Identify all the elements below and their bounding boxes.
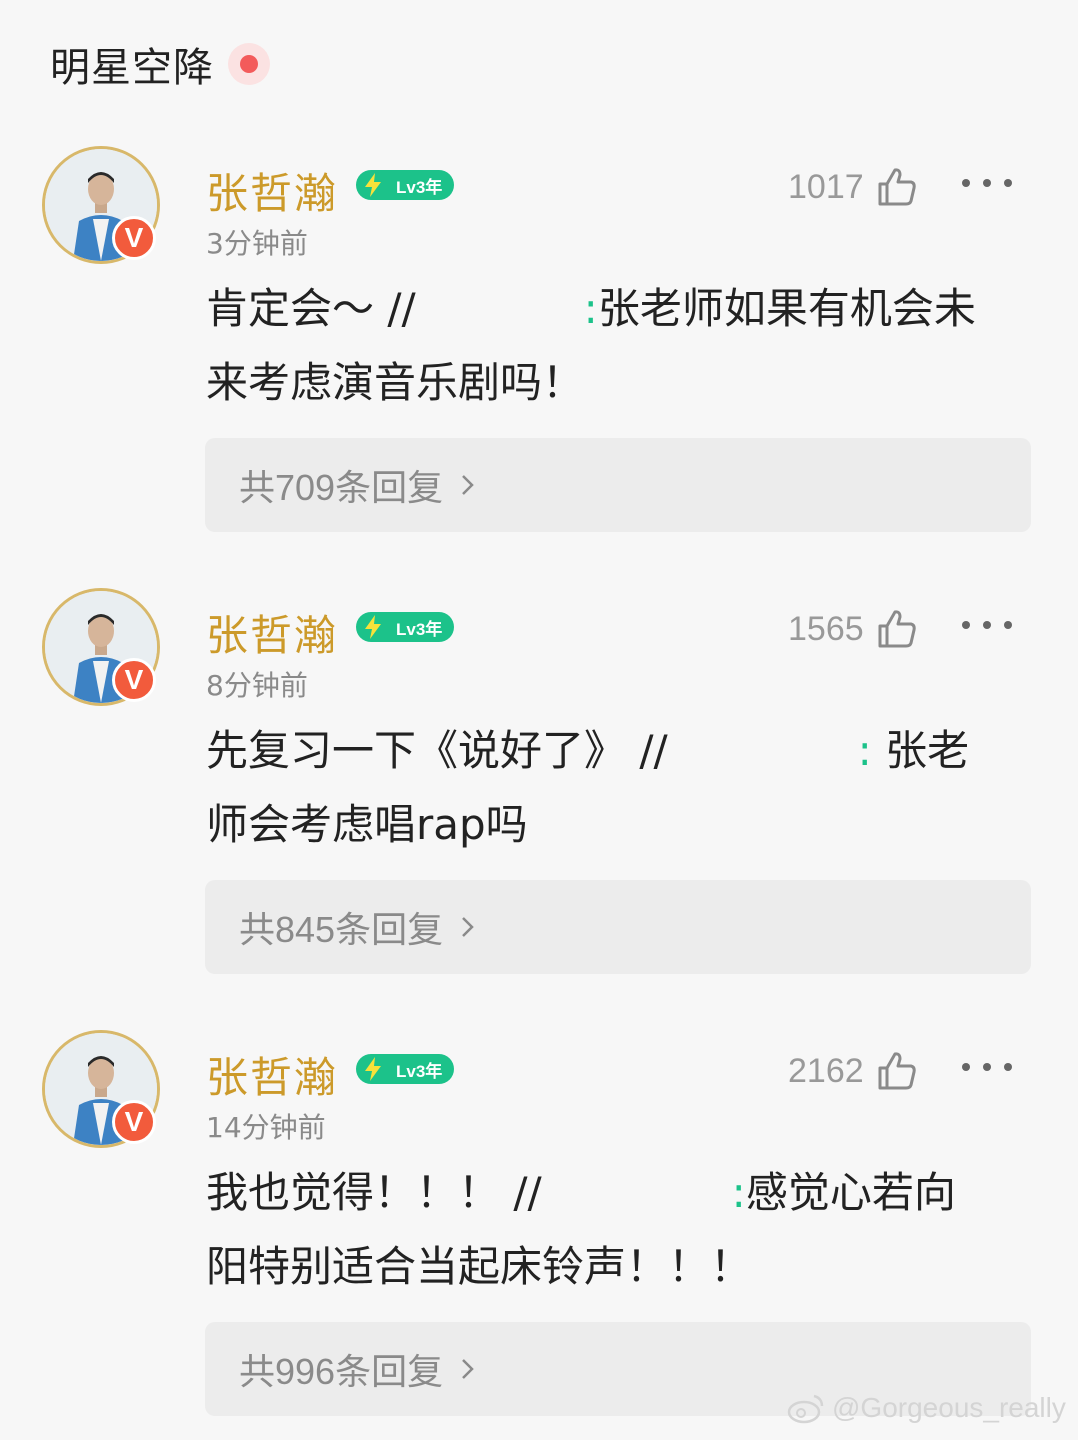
lightning-icon [356, 170, 390, 200]
level-text: Lv3年 [396, 1061, 443, 1081]
level-badge: Lv3年 [356, 612, 454, 642]
comment-text-part: 我也觉得！！！ // [206, 1168, 542, 1217]
username[interactable]: 张哲瀚 [206, 602, 338, 663]
replies-count: 共709条回复 [239, 467, 444, 508]
level-badge: Lv3年 [356, 170, 454, 200]
verified-badge: V [112, 1100, 156, 1144]
comment-time: 14分钟前 [206, 1111, 326, 1144]
chevron-right-icon [462, 475, 474, 495]
replies-count: 共845条回复 [239, 909, 444, 950]
chevron-right-icon [462, 1359, 474, 1379]
quote-colon: : [857, 726, 872, 775]
comment-item: V 张哲瀚 Lv3年 3分钟前 1017 肯定会～ //:张老师如果有机会未 来… [0, 146, 1078, 546]
comment-text: 肯定会～ //:张老师如果有机会未 来考虑演音乐剧吗！ [206, 272, 1026, 420]
live-indicator [228, 43, 270, 85]
more-icon[interactable] [962, 176, 1012, 190]
comment-quote: 张老 [885, 726, 970, 775]
like-button[interactable]: 1017 [788, 166, 918, 208]
replies-button[interactable]: 共709条回复 [205, 438, 1031, 532]
comment-text-part: 先复习一下《说好了》 // [206, 726, 668, 775]
comment-text: 先复习一下《说好了》 //: 张老 师会考虑唱rap吗 [206, 714, 1026, 862]
more-icon[interactable] [962, 618, 1012, 632]
level-text: Lv3年 [396, 177, 443, 197]
quote-colon: : [583, 284, 598, 333]
comment-quote: 感觉心若向 [745, 1168, 956, 1217]
comment-text-line: 阳特别适合当起床铃声！！！ [206, 1242, 753, 1291]
comment-text: 我也觉得！！！ //:感觉心若向 阳特别适合当起床铃声！！！ [206, 1156, 1026, 1304]
comment-item: V 张哲瀚 Lv3年 14分钟前 2162 我也觉得！！！ //:感觉心若向 阳… [0, 1030, 1078, 1430]
watermark-text: @Gorgeous_really [832, 1392, 1066, 1423]
more-icon[interactable] [962, 1060, 1012, 1074]
comment-item: V 张哲瀚 Lv3年 8分钟前 1565 先复习一下《说好了》 //: 张老 师… [0, 588, 1078, 988]
replies-button[interactable]: 共845条回复 [205, 880, 1031, 974]
lightning-icon [356, 1054, 390, 1084]
username[interactable]: 张哲瀚 [206, 160, 338, 221]
thumbs-up-icon [878, 168, 916, 206]
section-header: 明星空降 [50, 34, 270, 94]
quote-colon: : [731, 1168, 746, 1217]
thumbs-up-icon [878, 1052, 916, 1090]
like-count: 2162 [788, 1051, 864, 1090]
comment-time: 8分钟前 [206, 669, 308, 702]
verified-badge: V [112, 216, 156, 260]
verified-badge: V [112, 658, 156, 702]
comment-text-line: 来考虑演音乐剧吗！ [206, 358, 585, 407]
replies-count: 共996条回复 [239, 1351, 444, 1392]
section-title: 明星空降 [50, 45, 214, 91]
like-count: 1017 [788, 167, 864, 206]
comment-time: 3分钟前 [206, 227, 308, 260]
like-count: 1565 [788, 609, 864, 648]
chevron-right-icon [462, 917, 474, 937]
like-button[interactable]: 2162 [788, 1050, 918, 1092]
comment-text-part: 肯定会～ // [206, 284, 416, 333]
level-badge: Lv3年 [356, 1054, 454, 1084]
like-button[interactable]: 1565 [788, 608, 918, 650]
comment-text-line: 师会考虑唱rap吗 [206, 800, 528, 849]
username[interactable]: 张哲瀚 [206, 1044, 338, 1105]
weibo-logo-icon [787, 1394, 824, 1424]
comment-quote: 张老师如果有机会未 [597, 284, 976, 333]
live-dot-icon [240, 55, 258, 73]
level-text: Lv3年 [396, 619, 443, 639]
watermark: @Gorgeous_really [786, 1392, 1066, 1424]
thumbs-up-icon [878, 610, 916, 648]
lightning-icon [356, 612, 390, 642]
